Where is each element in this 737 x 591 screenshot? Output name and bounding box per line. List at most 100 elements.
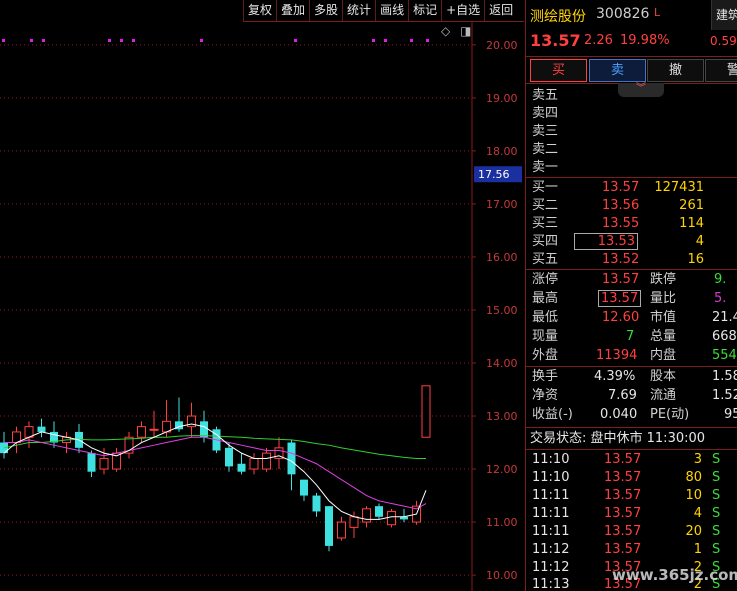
toolbar-mark-button[interactable]: 标记	[408, 0, 441, 21]
bid-price: 13.57	[602, 180, 640, 195]
toolbar-stats-button[interactable]: 统计	[342, 0, 375, 21]
candlestick-chart[interactable]: 20.00 19.00 18.00 17.00 16.00 15.00 14.00 13.00…	[0, 21, 524, 591]
bid-label: 买三	[532, 216, 559, 231]
bid-row-4[interactable]: 买四 13.53 4	[526, 233, 737, 251]
ask-label: 卖五	[532, 88, 559, 103]
tick-price: 13.57	[604, 542, 642, 557]
ask-row-5: 卖五	[526, 87, 737, 105]
stat-value: 21.4	[712, 310, 737, 325]
toolbar-multi-stock-button[interactable]: 多股	[309, 0, 342, 21]
tick-side: S	[712, 506, 721, 521]
cancel-order-button[interactable]: 撤	[647, 59, 704, 82]
tick-row: 11:10 13.57 80 S	[526, 469, 737, 487]
bid-row-1[interactable]: 买一 13.57 127431	[526, 179, 737, 197]
stat-value: 1.52	[712, 388, 737, 403]
tick-time: 11:12	[532, 560, 570, 575]
bid-volume: 4	[695, 234, 704, 249]
stats-row: 最高 13.57 量比 5.	[526, 290, 737, 308]
stat-label: 流通	[650, 388, 677, 403]
tick-time: 11:13	[532, 577, 570, 591]
bid-volume: 114	[679, 216, 704, 231]
stat-label: 股本	[650, 369, 677, 384]
bid-volume: 261	[679, 198, 704, 213]
stat-value: 9.	[714, 272, 727, 287]
bid-label: 买一	[532, 180, 559, 195]
divider	[526, 366, 737, 367]
stats-row: 换手 4.39% 股本 1.58	[526, 368, 737, 386]
ask-row-3: 卖三	[526, 123, 737, 141]
tick-side: S	[712, 470, 721, 485]
y-tick-label: 12.00	[486, 463, 518, 476]
y-tick-label: 11.00	[486, 516, 518, 529]
trade-status-text: 交易状态: 盘中休市 11:30:00	[530, 431, 706, 446]
stat-label: 最高	[532, 291, 559, 306]
ask-row-2: 卖二	[526, 141, 737, 159]
buy-button[interactable]: 买	[530, 59, 587, 82]
y-tick-label: 16.00	[486, 251, 518, 264]
stock-flag: L	[654, 6, 661, 19]
candle-body-up	[262, 452, 271, 470]
candle-body-down	[87, 453, 96, 472]
candle-body-down	[200, 421, 208, 438]
toolbar-back-button[interactable]: 返回	[484, 0, 517, 21]
tick-price: 13.57	[604, 506, 642, 521]
stat-label: 现量	[532, 329, 559, 344]
candle-body-up	[149, 428, 159, 431]
toolbar-overlay-button[interactable]: 叠加	[276, 0, 309, 21]
tick-volume: 3	[693, 452, 702, 467]
stat-value: 7	[626, 329, 635, 344]
signal-dot-marker	[132, 39, 135, 42]
last-price: 13.57	[530, 31, 581, 50]
y-tick-label: 20.00	[486, 39, 518, 52]
candle-body-up	[99, 457, 109, 470]
stat-label: 市值	[650, 310, 677, 325]
stat-label: 内盘	[650, 348, 677, 363]
tick-row: 11:11 13.57 20 S	[526, 523, 737, 541]
stat-label: PE(动)	[650, 407, 690, 422]
signal-dot-marker	[120, 39, 123, 42]
stat-label: 跌停	[650, 272, 677, 287]
price-change-pct: 19.98%	[620, 33, 670, 48]
tick-volume: 80	[685, 470, 702, 485]
stats-row: 涨停 13.57 跌停 9.	[526, 271, 737, 289]
stats-row: 净资 7.69 流通 1.52	[526, 387, 737, 405]
bid-row-5[interactable]: 买五 13.52 16	[526, 251, 737, 269]
divider	[526, 177, 737, 178]
bid-row-2[interactable]: 买二 13.56 261	[526, 197, 737, 215]
candle-body-down	[287, 442, 296, 475]
tick-volume: 1	[693, 542, 702, 557]
sector-button[interactable]: 建筑	[711, 0, 737, 30]
quote-panel: 测绘股份 300826 L 建筑 0.59% 13.57 2.26 19.98%…	[525, 0, 737, 591]
tick-row: 11:12 13.57 1 S	[526, 541, 737, 559]
signal-dot-marker	[426, 39, 429, 42]
toolbar-fuquan-button[interactable]: 复权	[243, 0, 276, 21]
candle-body-down	[237, 463, 246, 472]
stat-value: 1.58	[712, 369, 737, 384]
signal-dot-marker	[410, 39, 413, 42]
toolbar-draw-line-button[interactable]: 画线	[375, 0, 408, 21]
stat-value: 5.	[714, 291, 727, 306]
bid-row-3[interactable]: 买三 13.55 114	[526, 215, 737, 233]
signal-dot-marker	[42, 39, 45, 42]
stat-value: 13.57	[602, 272, 640, 287]
divider	[526, 269, 737, 270]
bid-price: 13.52	[602, 252, 640, 267]
candle-body-up	[349, 516, 359, 528]
alert-button[interactable]: 警	[705, 59, 737, 82]
tick-volume: 4	[693, 506, 702, 521]
tick-time: 11:11	[532, 506, 570, 521]
y-tick-label: 15.00	[486, 304, 518, 317]
tick-side: S	[712, 488, 721, 503]
signal-dot-marker	[372, 39, 375, 42]
stat-value: 11394	[596, 348, 638, 363]
sell-button[interactable]: 卖	[589, 59, 646, 82]
stat-value: 554	[712, 348, 737, 363]
ask-label: 卖一	[532, 160, 559, 175]
stat-value: 0.040	[600, 407, 638, 422]
bid-price: 13.56	[602, 198, 640, 213]
candle-body-down	[325, 506, 333, 546]
toolbar-add-watchlist-button[interactable]: +自选	[441, 0, 484, 21]
stats-row: 收益(-) 0.040 PE(动) 95	[526, 406, 737, 424]
stat-label: 收益(-)	[532, 407, 573, 422]
tick-row: 11:11 13.57 10 S	[526, 487, 737, 505]
